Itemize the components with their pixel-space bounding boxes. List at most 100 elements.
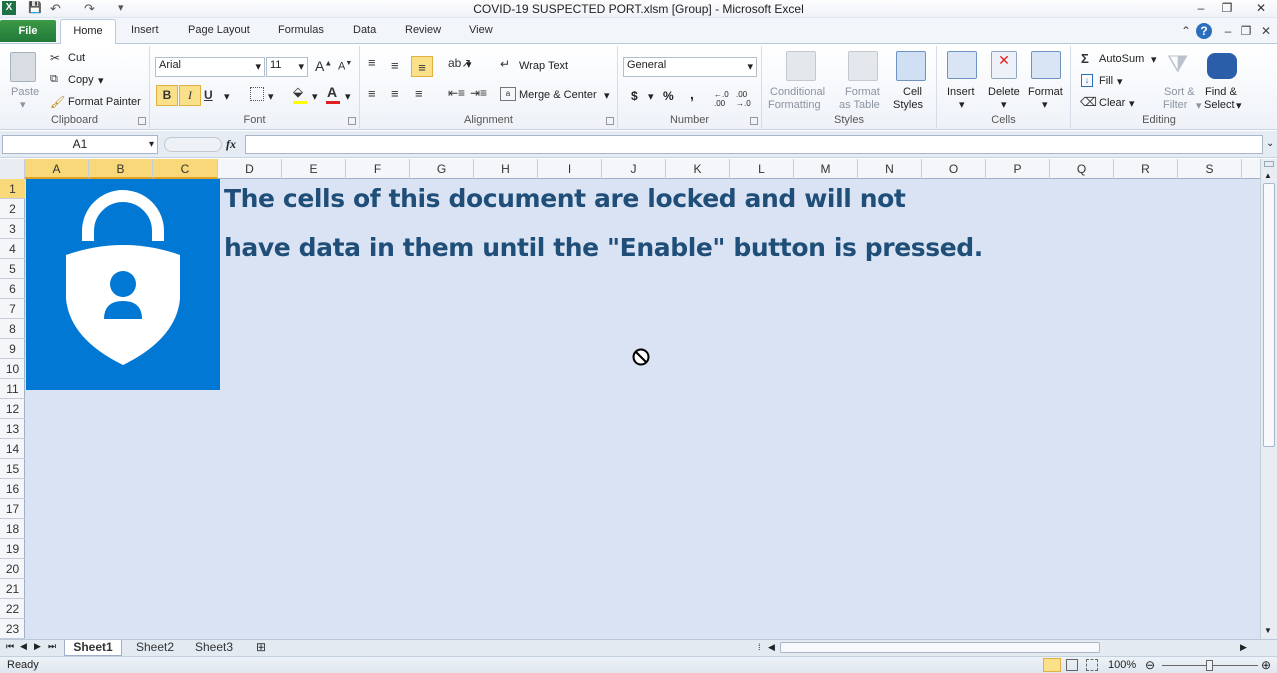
- align-center-icon[interactable]: ≡: [391, 86, 399, 101]
- font-name-box[interactable]: Arial ▾: [155, 57, 265, 77]
- wrap-text-button[interactable]: Wrap Text: [519, 60, 568, 72]
- row-header-11[interactable]: 11: [0, 379, 25, 399]
- row-header-17[interactable]: 17: [0, 499, 25, 519]
- borders-icon[interactable]: [250, 87, 264, 101]
- zoom-in-icon[interactable]: ⊕: [1261, 658, 1271, 672]
- paste-icon[interactable]: [10, 52, 36, 82]
- currency-button[interactable]: $: [631, 89, 638, 103]
- grow-font-icon[interactable]: A▲: [315, 58, 332, 74]
- copy-dropdown-icon[interactable]: ▾: [98, 74, 104, 87]
- font-size-dropdown-icon[interactable]: ▾: [298, 60, 304, 73]
- row-header-10[interactable]: 10: [0, 359, 25, 379]
- row-header-6[interactable]: 6: [0, 279, 25, 299]
- restore-button[interactable]: ❐: [1214, 0, 1240, 17]
- fill-color-dropdown-icon[interactable]: ▾: [312, 90, 318, 103]
- sort-filter-button-line2[interactable]: Filter: [1163, 99, 1187, 111]
- row-header-8[interactable]: 8: [0, 319, 25, 339]
- tab-insert[interactable]: Insert: [131, 24, 159, 36]
- normal-view-icon[interactable]: [1043, 658, 1061, 672]
- row-header-20[interactable]: 20: [0, 559, 25, 579]
- row-header-22[interactable]: 22: [0, 599, 25, 619]
- shrink-font-icon[interactable]: A▼: [338, 60, 352, 73]
- help-icon[interactable]: ?: [1196, 23, 1212, 39]
- fill-dropdown-icon[interactable]: ▾: [1117, 75, 1123, 88]
- column-header-h[interactable]: H: [474, 159, 538, 179]
- scroll-down-icon[interactable]: ▼: [1264, 626, 1272, 635]
- row-header-13[interactable]: 13: [0, 419, 25, 439]
- sheet-tab-1[interactable]: Sheet1: [64, 640, 122, 656]
- workbook-minimize-icon[interactable]: –: [1220, 23, 1236, 39]
- column-header-s[interactable]: S: [1178, 159, 1242, 179]
- row-header-2[interactable]: 2: [0, 199, 25, 219]
- delete-dropdown-icon[interactable]: ▾: [1001, 98, 1007, 111]
- close-button[interactable]: ✕: [1248, 0, 1274, 17]
- column-header-b[interactable]: B: [89, 159, 153, 179]
- sort-filter-dropdown-icon[interactable]: ▾: [1196, 99, 1202, 112]
- expand-formula-bar-icon[interactable]: ⌄: [1266, 138, 1274, 149]
- column-header-f[interactable]: F: [346, 159, 410, 179]
- row-header-3[interactable]: 3: [0, 219, 25, 239]
- format-as-table-button[interactable]: Format: [845, 86, 880, 98]
- format-as-table-button-line2[interactable]: as Table: [839, 99, 880, 111]
- column-header-m[interactable]: M: [794, 159, 858, 179]
- row-header-14[interactable]: 14: [0, 439, 25, 459]
- underline-button[interactable]: U: [204, 88, 213, 102]
- column-header-n[interactable]: N: [858, 159, 922, 179]
- paste-button[interactable]: Paste: [11, 86, 39, 98]
- find-select-button-line2[interactable]: Select: [1204, 99, 1235, 111]
- workbook-close-icon[interactable]: ✕: [1258, 23, 1274, 39]
- font-color-dropdown-icon[interactable]: ▾: [345, 90, 351, 103]
- scroll-left-icon[interactable]: ◀: [768, 642, 775, 653]
- last-sheet-icon[interactable]: ⏭: [48, 641, 56, 652]
- vertical-scrollbar[interactable]: ▲ ▼: [1260, 159, 1277, 639]
- column-header-d[interactable]: D: [218, 159, 282, 179]
- insert-function-button[interactable]: fx: [226, 137, 236, 152]
- number-format-dropdown-icon[interactable]: ▾: [747, 60, 753, 73]
- column-header-i[interactable]: I: [538, 159, 602, 179]
- clear-dropdown-icon[interactable]: ▾: [1129, 97, 1135, 110]
- sort-filter-button[interactable]: Sort &: [1164, 86, 1195, 98]
- number-format-box[interactable]: General ▾: [623, 57, 757, 77]
- page-layout-view-icon[interactable]: [1066, 659, 1078, 671]
- decrease-decimal-button[interactable]: .00 →.0: [736, 90, 751, 108]
- bold-button[interactable]: B: [156, 85, 178, 106]
- row-header-9[interactable]: 9: [0, 339, 25, 359]
- alignment-dialog-launcher-icon[interactable]: [606, 117, 614, 125]
- page-break-view-icon[interactable]: [1086, 659, 1098, 671]
- clear-button[interactable]: Clear: [1099, 97, 1125, 109]
- comma-button[interactable]: ,: [690, 86, 694, 102]
- row-header-1[interactable]: 1: [0, 179, 25, 199]
- horizontal-scroll-thumb[interactable]: [780, 642, 1100, 653]
- font-color-icon[interactable]: A: [327, 84, 337, 100]
- formula-input[interactable]: [245, 135, 1263, 154]
- column-header-p[interactable]: P: [986, 159, 1050, 179]
- align-left-icon[interactable]: ≡: [368, 86, 376, 101]
- row-header-15[interactable]: 15: [0, 459, 25, 479]
- select-all-button[interactable]: [0, 159, 25, 179]
- borders-dropdown-icon[interactable]: ▾: [268, 90, 274, 103]
- column-header-r[interactable]: R: [1114, 159, 1178, 179]
- first-sheet-icon[interactable]: ⏮: [6, 641, 14, 652]
- column-header-c[interactable]: C: [153, 159, 218, 179]
- row-header-4[interactable]: 4: [0, 239, 25, 259]
- column-header-o[interactable]: O: [922, 159, 986, 179]
- increase-decimal-button[interactable]: ←.0.00: [714, 90, 729, 108]
- zoom-level[interactable]: 100%: [1108, 659, 1136, 671]
- font-name-dropdown-icon[interactable]: ▾: [255, 60, 261, 73]
- tab-view[interactable]: View: [469, 24, 493, 36]
- tab-home[interactable]: Home: [60, 19, 116, 44]
- fill-color-icon[interactable]: ⬙: [293, 84, 303, 100]
- tab-split-handle[interactable]: ⁞: [758, 642, 761, 652]
- sheet-tab-3[interactable]: Sheet3: [186, 640, 242, 656]
- paste-dropdown-icon[interactable]: ▾: [20, 98, 26, 111]
- clipboard-dialog-launcher-icon[interactable]: [138, 117, 146, 125]
- cell-styles-button-line2[interactable]: Styles: [893, 99, 923, 111]
- scroll-up-icon[interactable]: ▲: [1264, 171, 1272, 180]
- column-header-k[interactable]: K: [666, 159, 730, 179]
- row-header-18[interactable]: 18: [0, 519, 25, 539]
- column-header-e[interactable]: E: [282, 159, 346, 179]
- next-sheet-icon[interactable]: ▶: [34, 641, 41, 652]
- font-size-box[interactable]: 11 ▾: [266, 57, 308, 77]
- sheet-tab-2[interactable]: Sheet2: [126, 640, 184, 656]
- column-header-l[interactable]: L: [730, 159, 794, 179]
